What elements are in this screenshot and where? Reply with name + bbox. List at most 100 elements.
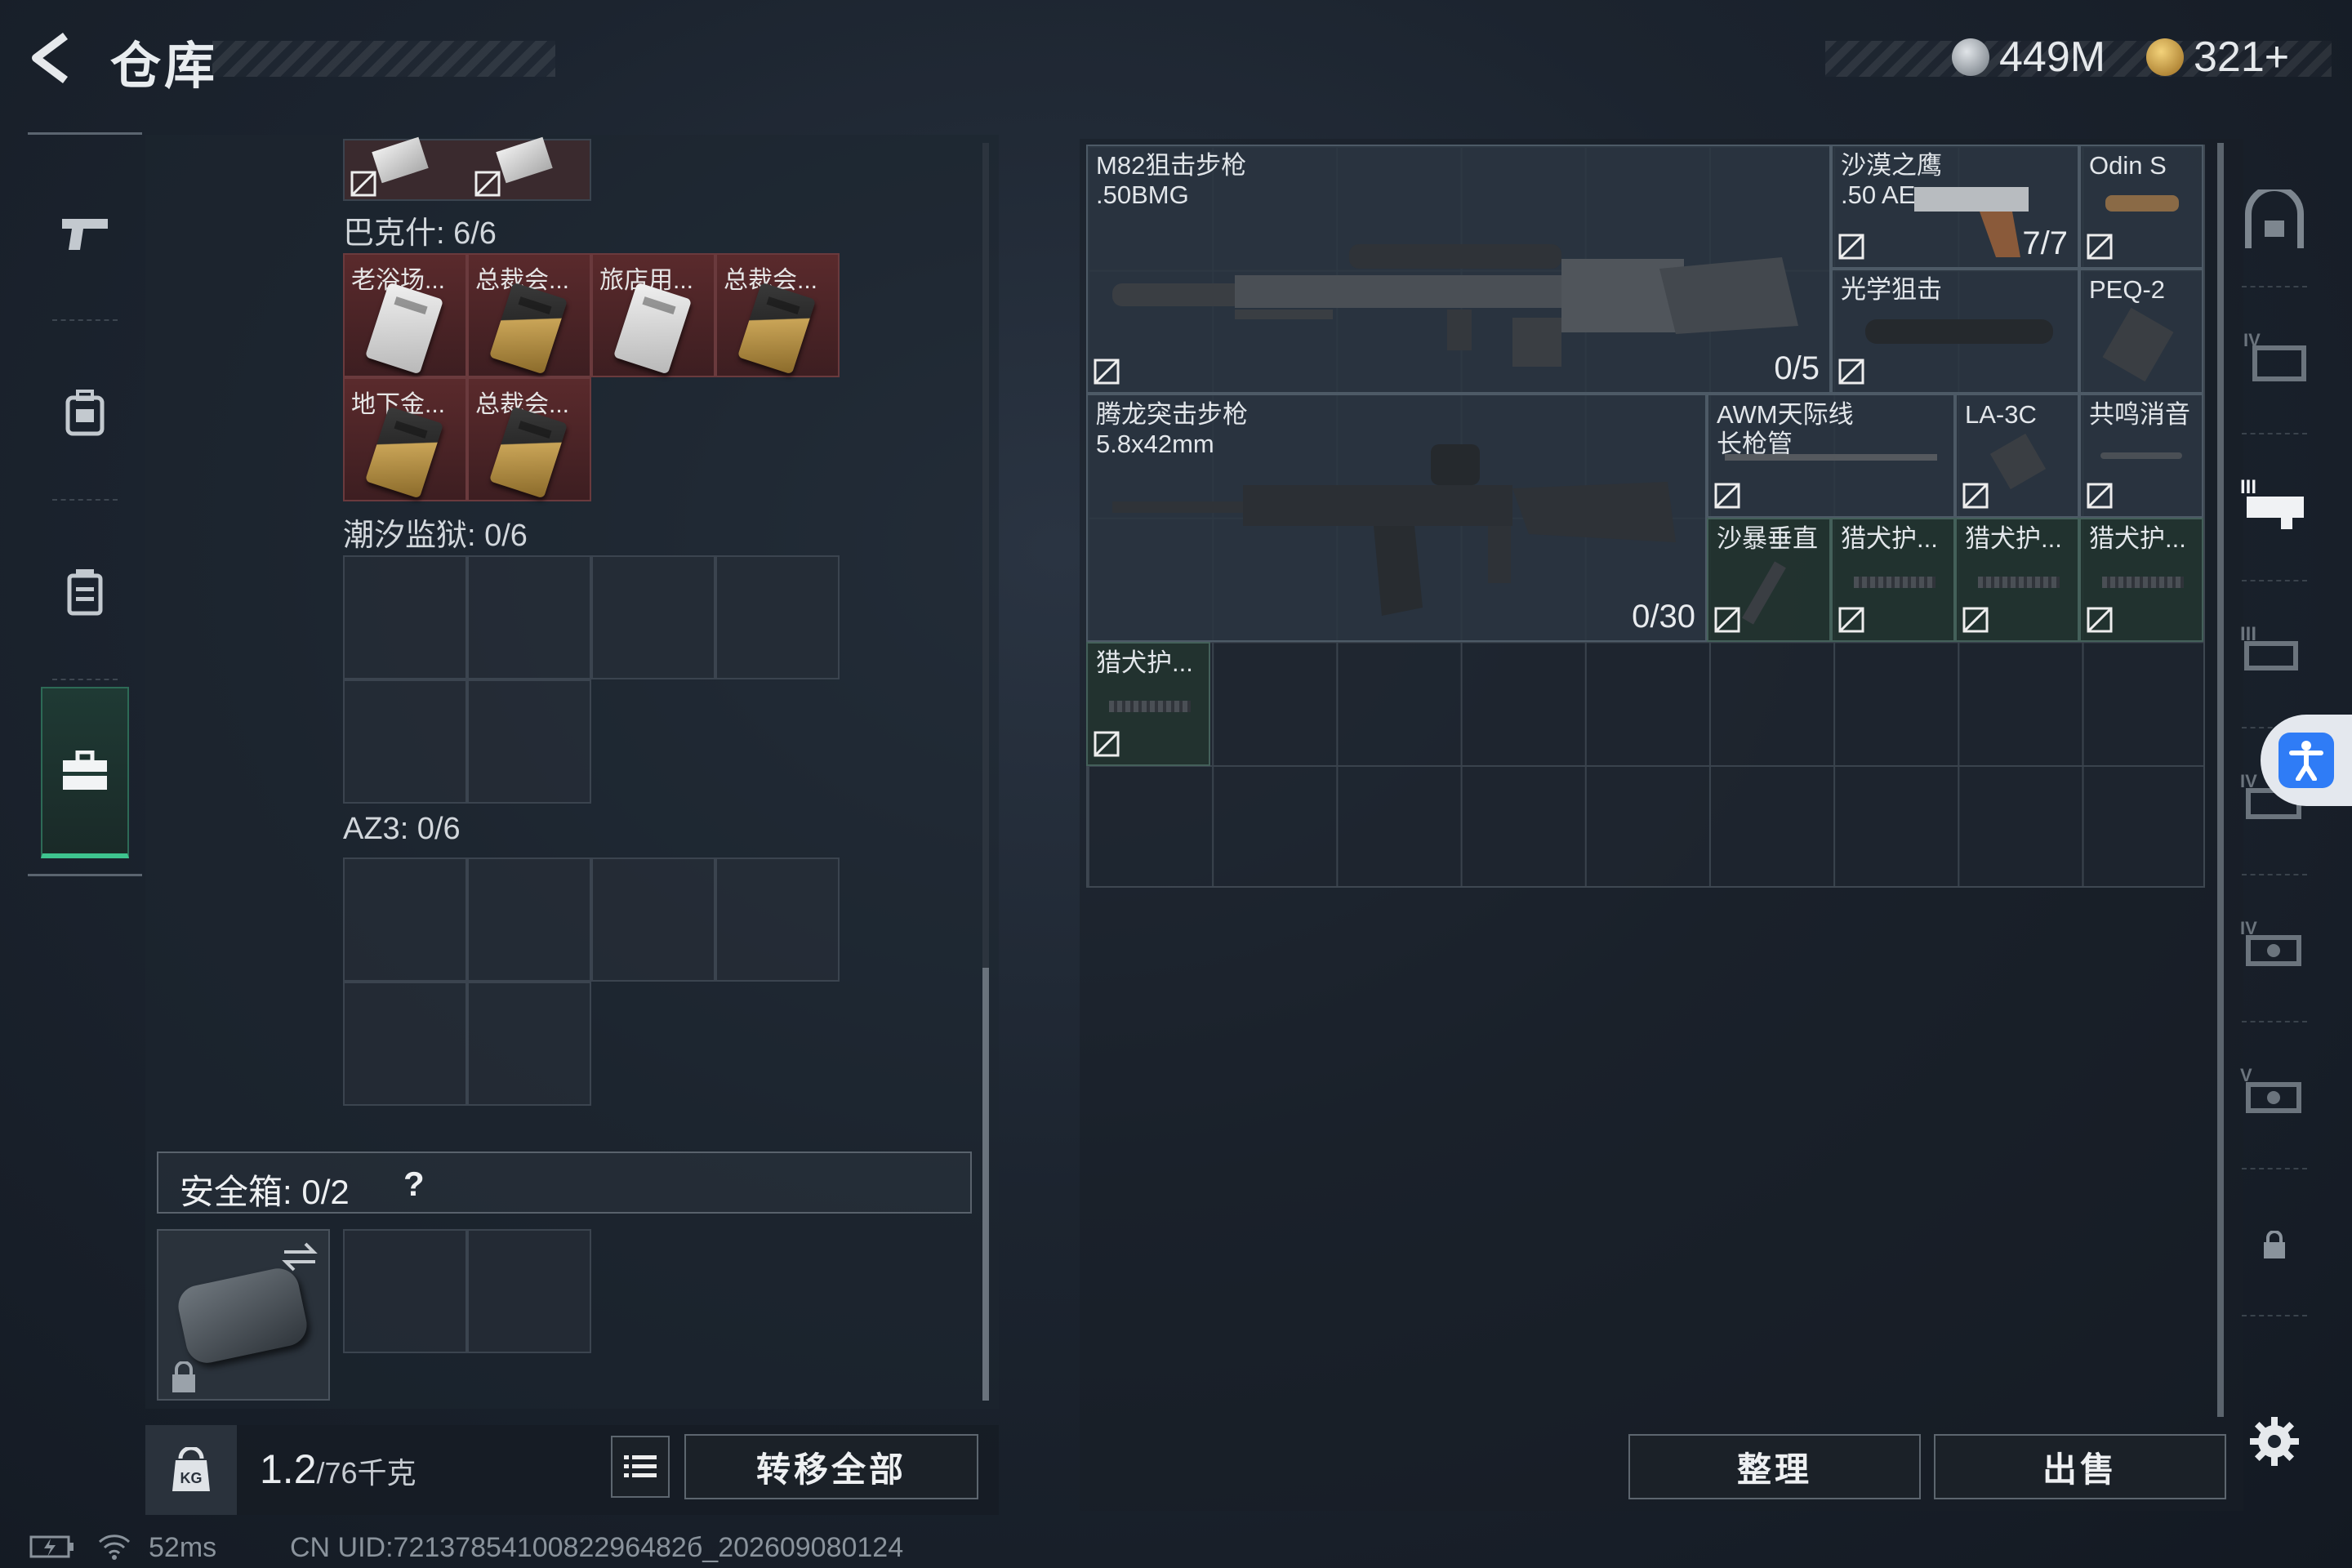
- empty-slot[interactable]: [467, 858, 591, 982]
- status-bar: 52ms CN UID:7213785410082296482б_2026090…: [0, 1527, 2352, 1568]
- right-scrollbar[interactable]: [2217, 143, 2224, 1417]
- currency-gold-value: 321+: [2194, 33, 2290, 81]
- empty-slot[interactable]: [591, 858, 715, 982]
- empty-slot[interactable]: [343, 555, 467, 679]
- item-name: 猎犬护...: [1965, 524, 2062, 553]
- attachment-vertical-grip[interactable]: 沙暴垂直: [1707, 518, 1831, 642]
- wifi-icon: [98, 1535, 131, 1560]
- currency-gold[interactable]: 321+: [2146, 33, 2289, 82]
- attachment-hound-guard[interactable]: 猎犬护...: [2079, 518, 2203, 642]
- silver-coin-icon: [1952, 38, 1989, 76]
- empty-slot[interactable]: [343, 679, 467, 804]
- empty-slot[interactable]: [343, 858, 467, 982]
- storage-tier-icon: V: [2240, 1065, 2301, 1113]
- safebox-header: 安全箱: 0/2 ?: [157, 1152, 972, 1214]
- sort-button[interactable]: 整理: [1628, 1434, 1921, 1499]
- storage-tab-4a[interactable]: IV: [2238, 318, 2311, 392]
- partial-card-row[interactable]: [343, 136, 591, 201]
- list-view-button[interactable]: [611, 1436, 670, 1498]
- help-icon[interactable]: ?: [403, 1165, 425, 1204]
- item-name: 猎犬护...: [2089, 524, 2186, 553]
- no-insure-icon: [2087, 483, 2113, 509]
- nav-equipment[interactable]: [28, 331, 142, 494]
- keycard-icon: [364, 406, 444, 499]
- weapon-m82-sniper[interactable]: M82狙击步枪 .50BMG 0/5: [1086, 145, 1831, 394]
- keycard-icon: [737, 282, 817, 375]
- uid-text: CN UID:7213785410082296482б_202609080124: [290, 1532, 904, 1563]
- left-scrollbar-thumb[interactable]: [982, 968, 989, 1401]
- storage-tier-icon: IV: [2240, 918, 2301, 966]
- currency-silver: 449M: [1952, 33, 2105, 82]
- attachment-silencer[interactable]: 共鸣消音: [2079, 394, 2203, 518]
- attachment-la3c[interactable]: LA-3C: [1955, 394, 2079, 518]
- item-name-line1: M82狙击步枪: [1096, 151, 1247, 180]
- no-insure-icon: [1714, 483, 1740, 509]
- item-name: 光学狙击: [1841, 275, 1942, 304]
- empty-slot[interactable]: [715, 555, 840, 679]
- nav-keys-tools[interactable]: [41, 687, 129, 858]
- attachment-hound-guard[interactable]: 猎犬护...: [1955, 518, 2079, 642]
- empty-slot[interactable]: [343, 982, 467, 1106]
- keycard-item[interactable]: 地下金...: [343, 377, 467, 501]
- empty-slot[interactable]: [591, 555, 715, 679]
- backpack-icon: [65, 390, 105, 436]
- attachment-hound-guard[interactable]: 猎犬护...: [1831, 518, 1955, 642]
- transfer-all-button[interactable]: 转移全部: [684, 1434, 978, 1499]
- silencer-icon: [2100, 452, 2182, 459]
- storage-tab-3b[interactable]: III: [2238, 612, 2311, 686]
- nav-consumables[interactable]: [28, 510, 142, 674]
- vault-icon: [2245, 189, 2304, 248]
- safebox-empty-slot[interactable]: [467, 1229, 591, 1353]
- attachment-peq2[interactable]: PEQ-2: [2079, 269, 2203, 394]
- item-name: Odin S: [2089, 151, 2167, 180]
- storage-tab-main[interactable]: [2238, 184, 2311, 257]
- nav-weapons[interactable]: [28, 151, 142, 314]
- storage-tier-icon: IV: [2243, 330, 2306, 381]
- laser-module-icon: [2102, 307, 2174, 382]
- carry-weight-current: 1.2: [260, 1446, 317, 1492]
- storage-tab-3-active[interactable]: III: [2238, 466, 2311, 539]
- top-bar: 仓库 449M 321+: [0, 0, 2352, 122]
- swap-arrows-icon[interactable]: [281, 1241, 318, 1273]
- section-label-az3: AZ3: 0/6: [343, 812, 461, 846]
- storage-tab-5[interactable]: V: [2238, 1054, 2311, 1127]
- safebox-case-icon: [174, 1264, 311, 1367]
- gold-coin-icon: [2146, 38, 2184, 76]
- back-arrow-icon[interactable]: [24, 29, 82, 87]
- attachment-optical-scope[interactable]: 光学狙击: [1831, 269, 2079, 394]
- storage-tier-icon: III: [2240, 476, 2304, 529]
- keycard-item[interactable]: 总裁会...: [467, 377, 591, 501]
- storage-tab-4c[interactable]: IV: [2238, 906, 2311, 980]
- no-insure-icon: [2087, 234, 2113, 260]
- empty-slot[interactable]: [467, 982, 591, 1106]
- section-label-bakshi: 巴克什: 6/6: [343, 216, 497, 251]
- empty-slot[interactable]: [467, 679, 591, 804]
- handguard-icon: [2102, 577, 2184, 588]
- settings-button[interactable]: [2238, 1405, 2311, 1478]
- weapon-desert-eagle[interactable]: 沙漠之鹰 .50 AE 7/7: [1831, 145, 2079, 269]
- assault-rifle-icon: [1112, 444, 1676, 616]
- sell-button[interactable]: 出售: [1934, 1434, 2226, 1499]
- attachment-odin-s[interactable]: Odin S: [2079, 145, 2203, 269]
- keycard-item[interactable]: 旅店用...: [591, 253, 715, 377]
- safebox-empty-slot[interactable]: [343, 1229, 467, 1353]
- keycard-icon: [364, 282, 444, 375]
- keycard-item[interactable]: 总裁会...: [715, 253, 840, 377]
- attachment-awm-barrel[interactable]: AWM天际线 长枪管: [1707, 394, 1955, 518]
- item-name: AWM天际线 长枪管: [1717, 400, 1854, 459]
- carry-weight: 1.2/76千克: [260, 1446, 416, 1493]
- weapon-tenglong-rifle[interactable]: 腾龙突击步枪 5.8x42mm 0/30: [1086, 394, 1707, 642]
- sniper-rifle-icon: [1112, 244, 1798, 367]
- safebox-label: 安全箱: 0/2: [180, 1173, 350, 1211]
- storage-tab-locked[interactable]: [2238, 1209, 2311, 1282]
- empty-slot[interactable]: [715, 858, 840, 982]
- accessibility-button[interactable]: [2261, 715, 2352, 806]
- safebox-item[interactable]: [157, 1229, 330, 1401]
- attachment-hound-guard[interactable]: 猎犬护...: [1086, 642, 1210, 766]
- empty-slot[interactable]: [467, 555, 591, 679]
- no-insure-icon: [1714, 607, 1740, 633]
- keycard-item[interactable]: 总裁会...: [467, 253, 591, 377]
- keycard-item[interactable]: 老浴场...: [343, 253, 467, 377]
- keycard-icon: [488, 406, 568, 499]
- item-name: 猎犬护...: [1841, 524, 1938, 553]
